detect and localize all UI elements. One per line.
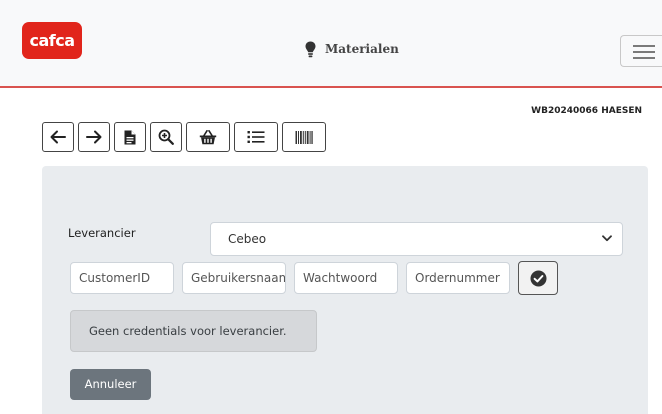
customer-id-field[interactable]: CustomerID [70,262,174,294]
page-title-text: Materialen [325,42,399,56]
list-icon [247,131,265,143]
page-title: Materialen [305,38,399,60]
basket-icon [199,129,217,144]
zoom-button[interactable] [150,122,182,152]
basket-button[interactable] [186,122,230,152]
cancel-button[interactable]: Annuleer [70,369,151,400]
supplier-select[interactable]: Cebeo [210,222,623,256]
lightbulb-icon [305,41,316,58]
forward-button[interactable] [78,122,110,152]
order-number-field[interactable]: Ordernummer [406,262,510,294]
supplier-select-value: Cebeo [228,232,267,246]
barcode-button[interactable] [282,122,326,152]
username-field[interactable]: Gebruikersnaam [182,262,286,294]
list-button[interactable] [234,122,278,152]
barcode-icon [295,130,313,144]
zoom-in-icon [158,129,174,145]
confirm-button[interactable] [518,261,558,295]
toolbar [42,122,330,152]
document-button[interactable] [114,122,146,152]
hamburger-line [633,57,655,59]
hamburger-menu-button[interactable] [620,35,662,67]
hamburger-line [633,51,655,53]
arrow-left-icon [50,130,66,144]
hamburger-line [633,45,655,47]
back-button[interactable] [42,122,74,152]
document-reference: WB20240066 HAESEN [531,106,642,116]
supplier-label: Leverancier [68,226,136,240]
document-icon [124,130,136,144]
chevron-down-icon [602,235,612,242]
credentials-alert: Geen credentials voor leverancier. [70,310,317,352]
check-circle-icon [530,270,546,286]
cafca-logo[interactable]: cafca [22,22,82,59]
arrow-right-icon [86,130,102,144]
top-navbar: cafca Materialen [0,0,662,88]
password-field[interactable]: Wachtwoord [294,262,398,294]
